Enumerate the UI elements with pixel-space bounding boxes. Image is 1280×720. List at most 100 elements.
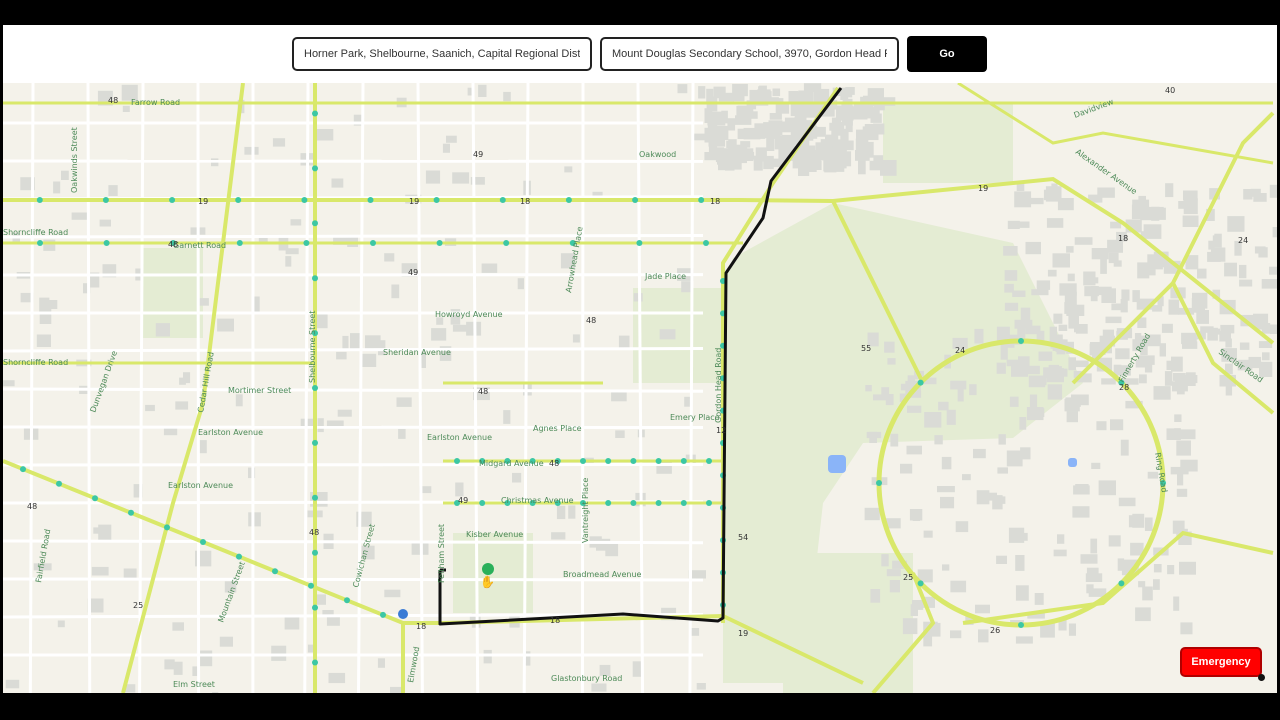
bus-stop-icon[interactable]: [630, 458, 637, 464]
building: [337, 409, 352, 417]
origin-input[interactable]: [292, 37, 592, 71]
building: [1176, 440, 1191, 456]
building: [825, 139, 832, 153]
bus-stop-icon[interactable]: [706, 458, 712, 464]
bus-stop-icon[interactable]: [92, 495, 98, 502]
building: [1176, 382, 1185, 395]
bus-stop-icon[interactable]: [344, 597, 350, 604]
building: [1208, 240, 1215, 250]
building: [398, 429, 406, 439]
bus-stop-icon[interactable]: [632, 197, 639, 203]
bus-stop-icon[interactable]: [312, 549, 318, 556]
bus-stop-icon[interactable]: [436, 240, 443, 246]
bus-stop-icon[interactable]: [706, 500, 712, 506]
bus-stop-icon[interactable]: [454, 458, 460, 464]
bus-stop-icon[interactable]: [605, 500, 612, 506]
bus-stop-icon[interactable]: [680, 500, 687, 506]
bus-stop-icon[interactable]: [380, 611, 386, 618]
bus-stop-icon[interactable]: [169, 197, 176, 203]
building: [1052, 253, 1070, 268]
go-button[interactable]: Go: [907, 36, 987, 72]
bus-stop-icon[interactable]: [301, 197, 308, 203]
bus-stop-icon[interactable]: [103, 240, 110, 246]
bus-stop-icon[interactable]: [580, 458, 586, 464]
bus-stop-icon[interactable]: [655, 458, 662, 464]
bus-stop-icon[interactable]: [303, 240, 310, 246]
minor-road: [3, 387, 704, 393]
bus-stop-icon[interactable]: [272, 568, 278, 575]
bus-stop-icon[interactable]: [312, 385, 318, 391]
building: [1036, 280, 1051, 290]
building: [1066, 411, 1078, 423]
bus-stop-icon[interactable]: [479, 500, 486, 506]
bus-stop-icon[interactable]: [1018, 338, 1024, 344]
building: [1090, 538, 1098, 554]
bus-stop-icon[interactable]: [164, 524, 170, 531]
svg-text:54: 54: [738, 533, 748, 542]
bus-stop-icon[interactable]: [503, 240, 510, 246]
bus-stop-icon[interactable]: [917, 580, 924, 587]
bus-stop-icon[interactable]: [236, 553, 242, 560]
emergency-button[interactable]: Emergency: [1180, 647, 1262, 677]
bus-stop-icon[interactable]: [680, 458, 687, 464]
building: [1053, 313, 1063, 324]
building: [1032, 408, 1045, 417]
building: [855, 150, 870, 161]
bus-stop-icon[interactable]: [312, 275, 318, 282]
bus-stop-icon[interactable]: [917, 379, 924, 386]
bus-stop-icon[interactable]: [703, 240, 709, 246]
bus-stop-icon[interactable]: [499, 197, 506, 203]
bus-stop-icon[interactable]: [565, 197, 572, 203]
building: [1197, 268, 1207, 279]
svg-text:19: 19: [409, 197, 419, 206]
bus-stop-icon[interactable]: [312, 659, 318, 666]
bus-stop-icon[interactable]: [433, 197, 440, 203]
minor-road: [636, 83, 645, 693]
building: [1165, 183, 1174, 198]
hand-cursor-icon: ✋: [480, 575, 495, 589]
bus-stop-icon[interactable]: [605, 458, 612, 464]
building: [880, 160, 897, 176]
building: [3, 380, 15, 387]
bus-stop-icon[interactable]: [876, 480, 882, 486]
bus-stop-icon[interactable]: [698, 197, 705, 203]
bus-stop-icon[interactable]: [236, 240, 243, 246]
building: [1173, 596, 1180, 611]
building: [1179, 561, 1196, 575]
building: [1176, 488, 1188, 497]
bus-stop-icon[interactable]: [20, 466, 26, 473]
building: [890, 433, 899, 447]
bus-stop-icon[interactable]: [312, 165, 318, 172]
bus-stop-icon[interactable]: [308, 582, 314, 589]
bus-stop-icon[interactable]: [312, 439, 318, 446]
bus-stop-icon[interactable]: [36, 197, 43, 203]
building: [941, 456, 952, 470]
bus-stop-icon[interactable]: [630, 500, 637, 506]
bus-stop-icon[interactable]: [312, 220, 318, 227]
bus-stop-icon[interactable]: [235, 197, 242, 203]
building: [272, 138, 286, 147]
bus-stop-icon[interactable]: [370, 240, 376, 246]
building: [873, 394, 890, 401]
destination-input[interactable]: [600, 37, 899, 71]
map-view[interactable]: ✋ Farrow Road Garnett Road Shorncliffe R…: [3, 83, 1277, 693]
current-location-marker[interactable]: [398, 609, 408, 619]
bus-stop-icon[interactable]: [1018, 622, 1024, 628]
bus-stop-icon[interactable]: [1118, 580, 1125, 587]
bus-stop-icon[interactable]: [200, 539, 206, 545]
bus-stop-icon[interactable]: [636, 240, 643, 246]
bus-stop-icon[interactable]: [312, 604, 318, 611]
building: [1015, 555, 1025, 571]
bus-stop-icon[interactable]: [102, 197, 109, 203]
bus-stop-icon[interactable]: [312, 110, 318, 117]
bus-stop-icon[interactable]: [312, 494, 318, 501]
bus-stop-icon[interactable]: [367, 197, 374, 203]
bus-stop-icon[interactable]: [655, 500, 662, 506]
bus-stop-icon[interactable]: [56, 480, 62, 487]
building: [1187, 258, 1196, 268]
bus-stop-icon[interactable]: [128, 509, 134, 516]
bus-stop-icon[interactable]: [37, 240, 43, 246]
building: [946, 409, 956, 425]
origin-marker[interactable]: [482, 563, 494, 575]
minor-road: [3, 346, 704, 353]
